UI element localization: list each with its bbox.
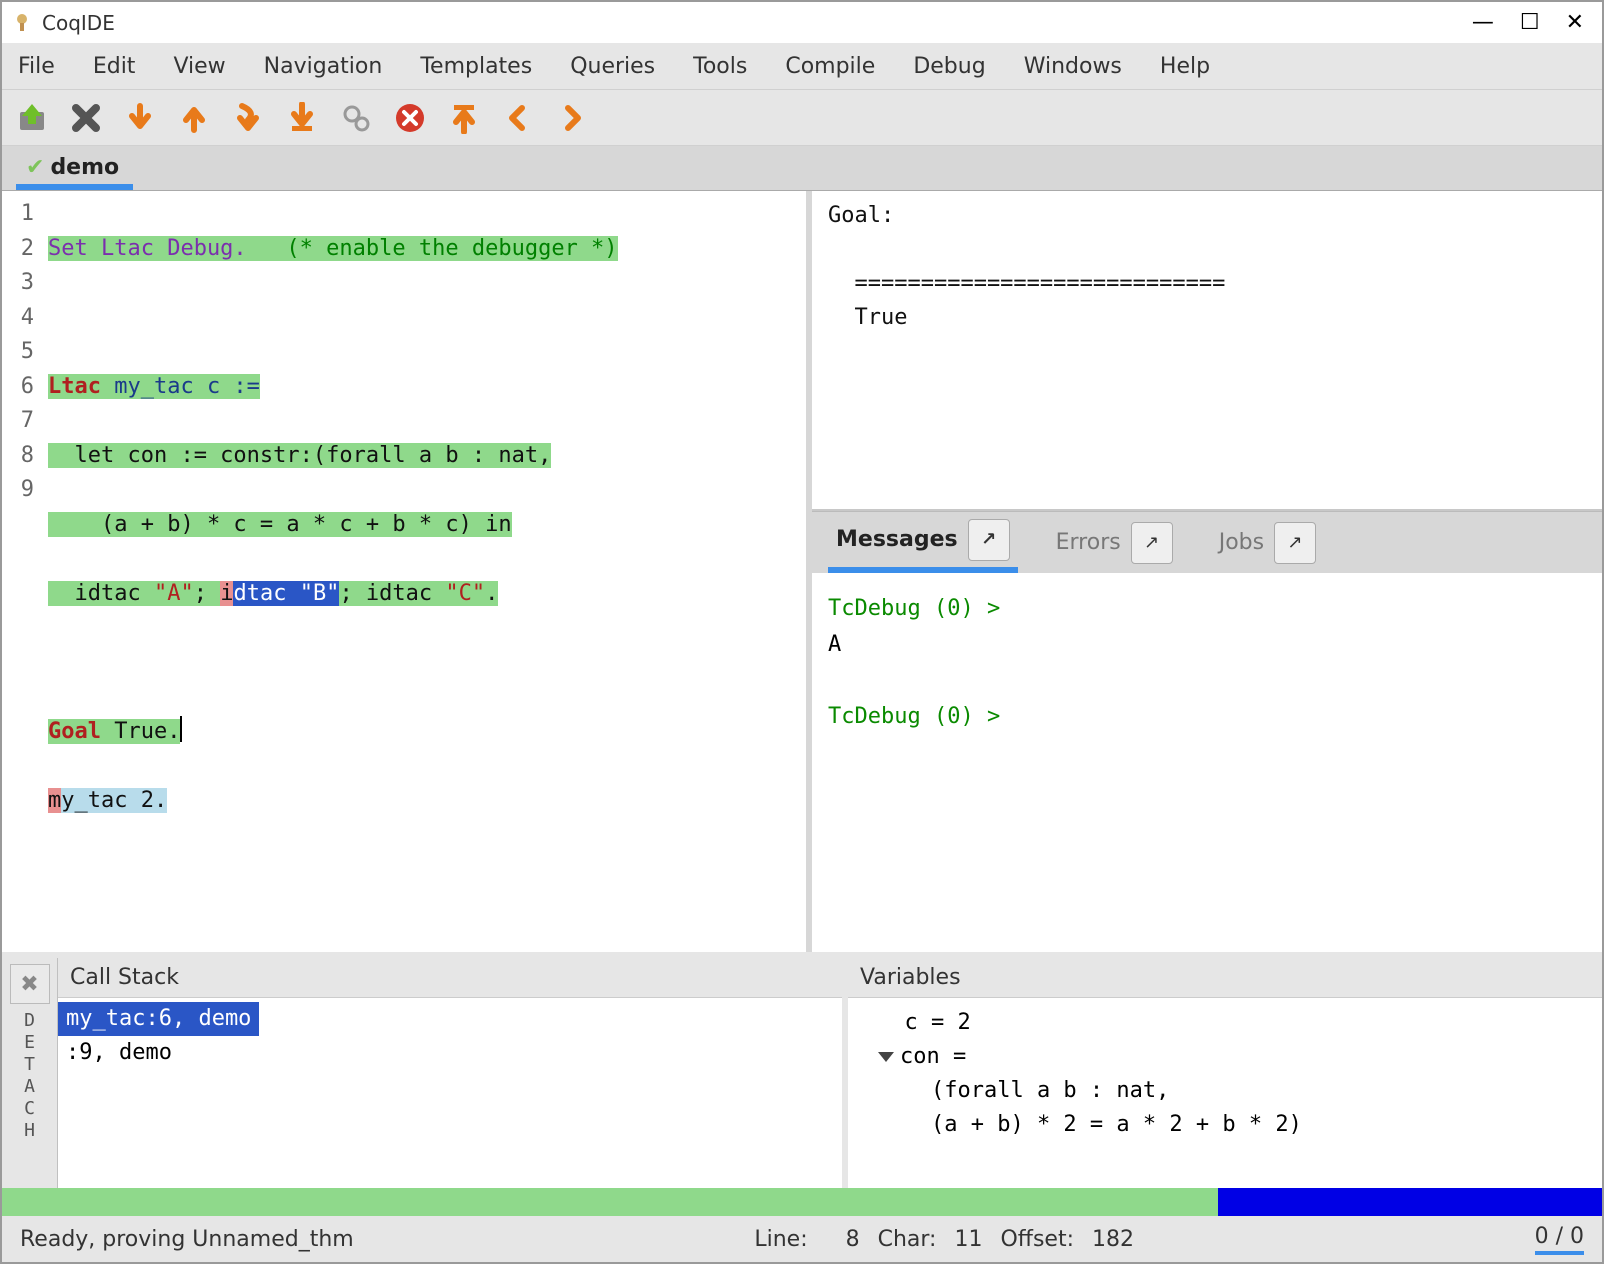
callstack-body[interactable]: my_tac:6, demo :9, demo <box>58 998 842 1188</box>
detach-messages-button[interactable]: ↗ <box>968 519 1010 561</box>
menu-navigation[interactable]: Navigation <box>258 50 389 83</box>
toolbar <box>2 90 1602 146</box>
status-ratio: 0 / 0 <box>1535 1224 1584 1255</box>
tab-jobs[interactable]: Jobs ↗ <box>1211 516 1324 570</box>
status-bar: Ready, proving Unnamed_thm Line: 8 Char:… <box>2 1216 1602 1262</box>
menu-compile[interactable]: Compile <box>779 50 881 83</box>
goal-separator: ============================ <box>828 271 1225 296</box>
messages-panel: TcDebug (0) > A TcDebug (0) > <box>812 573 1602 952</box>
save-button[interactable] <box>12 98 52 138</box>
status-message: Ready, proving Unnamed_thm <box>20 1227 354 1252</box>
prev-button[interactable] <box>498 98 538 138</box>
stack-row-selected[interactable]: my_tac:6, demo <box>58 1002 259 1036</box>
status-char-value: 11 <box>954 1227 982 1252</box>
goal-label: Goal: <box>828 203 894 228</box>
maximize-icon[interactable]: ☐ <box>1520 12 1540 34</box>
variables-panel: Variables c = 2 con = (forall a b : nat,… <box>848 958 1602 1188</box>
menu-view[interactable]: View <box>167 50 231 83</box>
close-icon[interactable]: ✕ <box>1566 12 1584 34</box>
menu-help[interactable]: Help <box>1154 50 1216 83</box>
app-icon <box>10 11 34 35</box>
callstack-header: Call Stack <box>58 958 842 998</box>
menu-bar: File Edit View Navigation Templates Quer… <box>2 44 1602 90</box>
detach-errors-button[interactable]: ↗ <box>1131 522 1173 564</box>
message-tabs: Messages ↗ Errors ↗ Jobs ↗ <box>812 511 1602 573</box>
menu-templates[interactable]: Templates <box>414 50 538 83</box>
run-to-end-button[interactable] <box>282 98 322 138</box>
status-offset-value: 182 <box>1092 1227 1134 1252</box>
progress-remaining <box>1218 1188 1602 1216</box>
tab-label: demo <box>50 155 119 180</box>
backward-one-button[interactable] <box>174 98 214 138</box>
callstack-panel: Call Stack my_tac:6, demo :9, demo <box>58 958 848 1188</box>
editor-pane: 1 2 3 4 5 6 7 8 9 Set Ltac Debug. (* ena… <box>2 191 812 952</box>
stack-row[interactable]: :9, demo <box>58 1036 842 1070</box>
window-title: CoqIDE <box>42 11 1472 35</box>
menu-tools[interactable]: Tools <box>687 50 753 83</box>
menu-file[interactable]: File <box>12 50 61 83</box>
variables-header: Variables <box>848 958 1602 998</box>
progress-processed <box>2 1188 1218 1216</box>
debug-section: ✖ DETACH Call Stack my_tac:6, demo :9, d… <box>2 952 1602 1188</box>
document-tabs: ✔ demo <box>2 146 1602 190</box>
status-offset-label: Offset: <box>1000 1227 1074 1252</box>
discard-button[interactable] <box>66 98 106 138</box>
detach-label: DETACH <box>24 1010 35 1142</box>
status-line-label: Line: <box>754 1227 807 1252</box>
menu-windows[interactable]: Windows <box>1018 50 1128 83</box>
menu-edit[interactable]: Edit <box>87 50 142 83</box>
minimize-icon[interactable]: — <box>1472 12 1494 34</box>
goal-pane: Goal: ============================ True <box>812 191 1602 511</box>
goal-body: True <box>828 305 907 330</box>
retract-to-start-button[interactable] <box>444 98 484 138</box>
status-char-label: Char: <box>878 1227 937 1252</box>
progress-bar <box>2 1188 1602 1216</box>
tab-errors[interactable]: Errors ↗ <box>1048 516 1181 570</box>
menu-queries[interactable]: Queries <box>564 50 661 83</box>
main-split: 1 2 3 4 5 6 7 8 9 Set Ltac Debug. (* ena… <box>2 190 1602 952</box>
next-button[interactable] <box>552 98 592 138</box>
forward-one-button[interactable] <box>120 98 160 138</box>
right-pane: Goal: ============================ True … <box>812 191 1602 952</box>
code-editor[interactable]: Set Ltac Debug. (* enable the debugger *… <box>44 191 806 952</box>
variables-body: c = 2 con = (forall a b : nat, (a + b) *… <box>848 998 1602 1188</box>
tab-demo[interactable]: ✔ demo <box>16 149 133 190</box>
run-to-cursor-button[interactable] <box>228 98 268 138</box>
check-icon: ✔ <box>26 155 44 180</box>
expand-icon[interactable] <box>878 1052 894 1062</box>
detach-jobs-button[interactable]: ↗ <box>1274 522 1316 564</box>
stop-button[interactable] <box>390 98 430 138</box>
menu-debug[interactable]: Debug <box>907 50 991 83</box>
status-line-value: 8 <box>846 1227 860 1252</box>
detach-column: ✖ DETACH <box>2 958 58 1188</box>
detach-close-button[interactable]: ✖ <box>10 964 50 1004</box>
settings-button[interactable] <box>336 98 376 138</box>
tab-messages[interactable]: Messages ↗ <box>828 513 1018 573</box>
line-numbers: 1 2 3 4 5 6 7 8 9 <box>2 191 44 952</box>
title-bar: CoqIDE — ☐ ✕ <box>2 2 1602 44</box>
